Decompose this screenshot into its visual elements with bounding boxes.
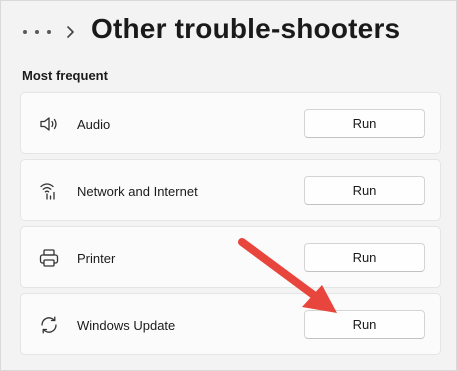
- run-network-button[interactable]: Run: [304, 176, 425, 205]
- run-audio-button[interactable]: Run: [304, 109, 425, 138]
- troubleshooters-page: Other trouble-shooters Most frequent Aud…: [0, 0, 457, 371]
- troubleshooter-item-audio: Audio Run: [20, 92, 441, 154]
- printer-icon: [39, 249, 59, 267]
- troubleshooter-list: Audio Run Network and Internet Run Print…: [20, 92, 441, 360]
- refresh-icon: [41, 316, 57, 334]
- page-title: Other trouble-shooters: [91, 13, 401, 44]
- item-label: Printer: [77, 251, 116, 266]
- page-header: Other trouble-shooters: [1, 1, 456, 63]
- run-windows-update-button[interactable]: Run: [304, 310, 425, 339]
- more-icon[interactable]: [23, 23, 51, 41]
- item-label: Network and Internet: [77, 184, 198, 199]
- troubleshooter-item-windows-update: Windows Update Run: [20, 293, 441, 355]
- wifi-icon: [40, 183, 55, 200]
- item-label: Audio: [77, 117, 111, 132]
- chevron-right-icon: [67, 26, 74, 38]
- troubleshooter-item-network: Network and Internet Run: [20, 159, 441, 221]
- speaker-icon: [40, 117, 57, 131]
- section-label: Most frequent: [22, 68, 108, 83]
- item-label: Windows Update: [77, 318, 176, 333]
- troubleshooter-item-printer: Printer Run: [20, 226, 441, 288]
- run-printer-button[interactable]: Run: [304, 243, 425, 272]
